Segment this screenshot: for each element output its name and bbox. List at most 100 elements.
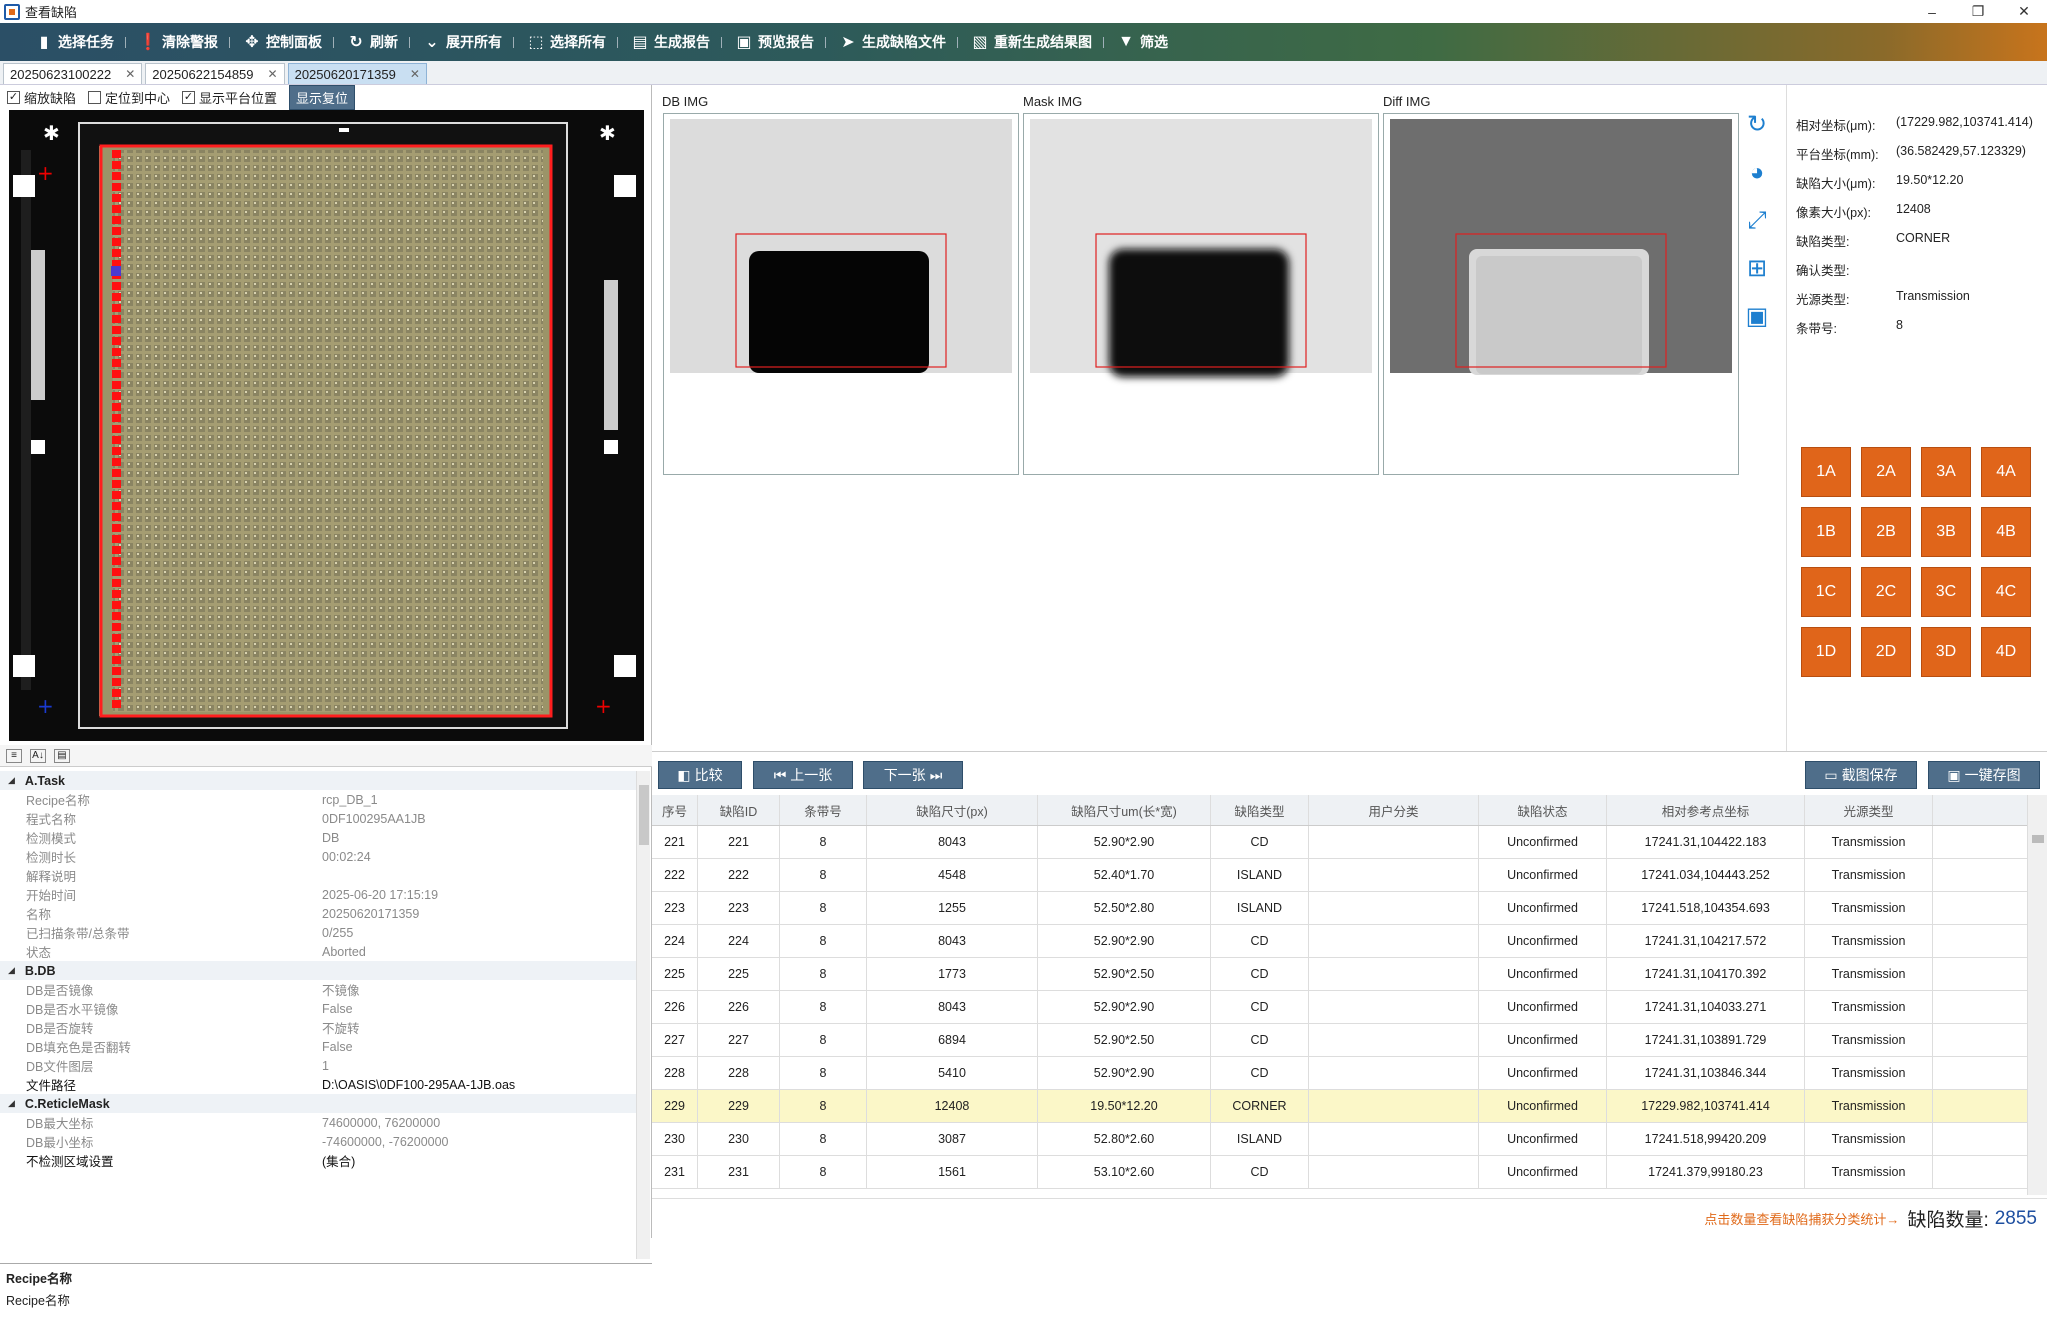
preview-report-button[interactable]: ▣ 预览报告: [722, 23, 826, 61]
property-scrollbar[interactable]: [636, 771, 650, 1259]
table-row[interactable]: 227 227 8 6894 52.90*2.50 CD Unconfirmed 17241.…: [652, 1024, 2027, 1057]
tab-20250620171359[interactable]: 20250620171359 ✕: [287, 63, 427, 84]
check-2[interactable]: 显示平台位置: [182, 88, 277, 107]
class-button-4A[interactable]: 4A: [1981, 447, 2031, 497]
prop-row[interactable]: DB最大坐标 74600000, 76200000: [0, 1113, 636, 1132]
class-button-1C[interactable]: 1C: [1801, 567, 1851, 617]
column-header[interactable]: 相对参考点坐标: [1607, 795, 1805, 825]
rotate-icon[interactable]: ↻: [1742, 110, 1772, 140]
select-task-button[interactable]: ▮ 选择任务: [22, 23, 126, 61]
class-button-3B[interactable]: 3B: [1921, 507, 1971, 557]
table-row[interactable]: 229 229 8 12408 19.50*12.20 CORNER Unconfirmed…: [652, 1090, 2027, 1123]
palette-icon[interactable]: ◕: [1742, 158, 1772, 188]
clear-alarm-button[interactable]: ❗ 清除警报: [126, 23, 230, 61]
prop-row[interactable]: DB文件图层 1: [0, 1056, 636, 1075]
table-row[interactable]: 221 221 8 8043 52.90*2.90 CD Unconfirmed 17241.…: [652, 826, 2027, 859]
column-header[interactable]: 缺陷尺寸um(长*宽): [1038, 795, 1211, 825]
column-header[interactable]: 缺陷尺寸(px): [867, 795, 1038, 825]
prop-row[interactable]: 已扫描条带/总条带 0/255: [0, 923, 636, 942]
class-button-3D[interactable]: 3D: [1921, 627, 1971, 677]
alpha-sort-icon[interactable]: A↓: [30, 748, 46, 763]
prop-row[interactable]: 解释说明: [0, 866, 636, 885]
prop-row[interactable]: DB是否水平镜像 False: [0, 999, 636, 1018]
class-button-2D[interactable]: 2D: [1861, 627, 1911, 677]
prop-row[interactable]: DB填充色是否翻转 False: [0, 1037, 636, 1056]
checkbox-icon[interactable]: [7, 90, 20, 104]
prop-row[interactable]: 状态 Aborted: [0, 942, 636, 961]
class-button-2A[interactable]: 2A: [1861, 447, 1911, 497]
table-row[interactable]: 222 222 8 4548 52.40*1.70 ISLAND Unconfirmed 17…: [652, 859, 2027, 892]
class-button-2C[interactable]: 2C: [1861, 567, 1911, 617]
restore-button[interactable]: ❐: [1955, 0, 2001, 23]
prop-row[interactable]: 检测时长 00:02:24: [0, 847, 636, 866]
class-button-2B[interactable]: 2B: [1861, 507, 1911, 557]
mask-image[interactable]: [1023, 113, 1379, 475]
prop-row[interactable]: 程式名称 0DF100295AA1JB: [0, 809, 636, 828]
close-window-button[interactable]: ✕: [2001, 0, 2047, 23]
tab-close-icon[interactable]: ✕: [268, 67, 278, 81]
prop-group[interactable]: ◢ B.DB: [0, 961, 636, 980]
class-button-1D[interactable]: 1D: [1801, 627, 1851, 677]
class-button-4D[interactable]: 4D: [1981, 627, 2031, 677]
table-row[interactable]: 224 224 8 8043 52.90*2.90 CD Unconfirmed 17241.…: [652, 925, 2027, 958]
class-button-1A[interactable]: 1A: [1801, 447, 1851, 497]
gen-defect-file-button[interactable]: ➤ 生成缺陷文件: [826, 23, 958, 61]
collapse-icon[interactable]: ◢: [8, 1098, 15, 1109]
expand-all-button[interactable]: ⌄ 展开所有: [410, 23, 514, 61]
checkbox-icon[interactable]: [88, 90, 102, 104]
table-row[interactable]: 228 228 8 5410 52.90*2.90 CD Unconfirmed 17241.…: [652, 1057, 2027, 1090]
select-all-button[interactable]: ⬚ 选择所有: [514, 23, 618, 61]
table-row[interactable]: 226 226 8 8043 52.90*2.90 CD Unconfirmed 17241.…: [652, 991, 2027, 1024]
class-button-3A[interactable]: 3A: [1921, 447, 1971, 497]
prop-group[interactable]: ◢ A.Task: [0, 771, 636, 790]
column-header[interactable]: 缺陷类型: [1211, 795, 1309, 825]
defect-count-value[interactable]: 2855: [1995, 1208, 2037, 1230]
prop-row[interactable]: DB最小坐标 -74600000, -76200000: [0, 1132, 636, 1151]
filter-button[interactable]: ▼ 筛选: [1104, 23, 1180, 61]
table-row[interactable]: 225 225 8 1773 52.90*2.50 CD Unconfirmed 17241.…: [652, 958, 2027, 991]
save-all-button[interactable]: ▣ 一键存图: [1928, 761, 2040, 789]
tab-20250623100222[interactable]: 20250623100222 ✕: [3, 63, 143, 84]
property-pages-icon[interactable]: ▤: [54, 748, 70, 763]
column-header[interactable]: 序号: [652, 795, 698, 825]
column-header[interactable]: 缺陷ID: [698, 795, 780, 825]
check-0[interactable]: 缩放缺陷: [7, 88, 76, 107]
column-header[interactable]: 缺陷状态: [1479, 795, 1607, 825]
prop-row[interactable]: 不检测区域设置 (集合): [0, 1151, 636, 1170]
class-button-1B[interactable]: 1B: [1801, 507, 1851, 557]
gen-report-button[interactable]: ▤ 生成报告: [618, 23, 722, 61]
prev-button[interactable]: ⏮ 上一张: [753, 761, 853, 789]
save-icon[interactable]: ▣: [1742, 302, 1772, 332]
tab-20250622154859[interactable]: 20250622154859 ✕: [145, 63, 285, 84]
refresh-button[interactable]: ↻ 刷新: [334, 23, 410, 61]
table-row[interactable]: 230 230 8 3087 52.80*2.60 ISLAND Unconfirmed 17…: [652, 1123, 2027, 1156]
control-panel-button[interactable]: ✥ 控制面板: [230, 23, 334, 61]
reset-view-button[interactable]: 显示复位: [289, 84, 356, 110]
prop-row[interactable]: 检测模式 DB: [0, 828, 636, 847]
table-row[interactable]: 231 231 8 1561 53.10*2.60 CD Unconfirmed 17241.…: [652, 1156, 2027, 1189]
table-scrollbar[interactable]: [2027, 795, 2047, 1195]
checkbox-icon[interactable]: [182, 90, 196, 104]
prop-row[interactable]: DB是否镜像 不镜像: [0, 980, 636, 999]
tab-close-icon[interactable]: ✕: [410, 67, 420, 81]
prop-row[interactable]: 文件路径 D:\OASIS\0DF100-295AA-1JB.oas: [0, 1075, 636, 1094]
collapse-icon[interactable]: ◢: [8, 775, 15, 786]
regen-result-button[interactable]: ▧ 重新生成结果图: [958, 23, 1104, 61]
class-button-3C[interactable]: 3C: [1921, 567, 1971, 617]
column-header[interactable]: 光源类型: [1805, 795, 1933, 825]
collapse-icon[interactable]: ◢: [8, 965, 15, 976]
class-button-4C[interactable]: 4C: [1981, 567, 2031, 617]
next-button[interactable]: 下一张 ⏭: [863, 761, 963, 789]
mask-overview-canvas[interactable]: ✱ ✱ + + +: [9, 110, 644, 741]
prop-group[interactable]: ◢ C.ReticleMask: [0, 1094, 636, 1113]
minimize-button[interactable]: –: [1909, 0, 1955, 23]
category-stats-link[interactable]: 点击数量查看缺陷捕获分类统计→: [1704, 1209, 1899, 1228]
column-header[interactable]: 用户分类: [1309, 795, 1479, 825]
prop-row[interactable]: 开始时间 2025-06-20 17:15:19: [0, 885, 636, 904]
compare-button[interactable]: ◧ 比较: [658, 761, 742, 789]
tab-close-icon[interactable]: ✕: [125, 67, 135, 81]
prop-row[interactable]: 名称 20250620171359: [0, 904, 636, 923]
check-1[interactable]: 定位到中心: [88, 88, 170, 107]
prop-row[interactable]: DB是否旋转 不旋转: [0, 1018, 636, 1037]
diff-image[interactable]: [1383, 113, 1739, 475]
